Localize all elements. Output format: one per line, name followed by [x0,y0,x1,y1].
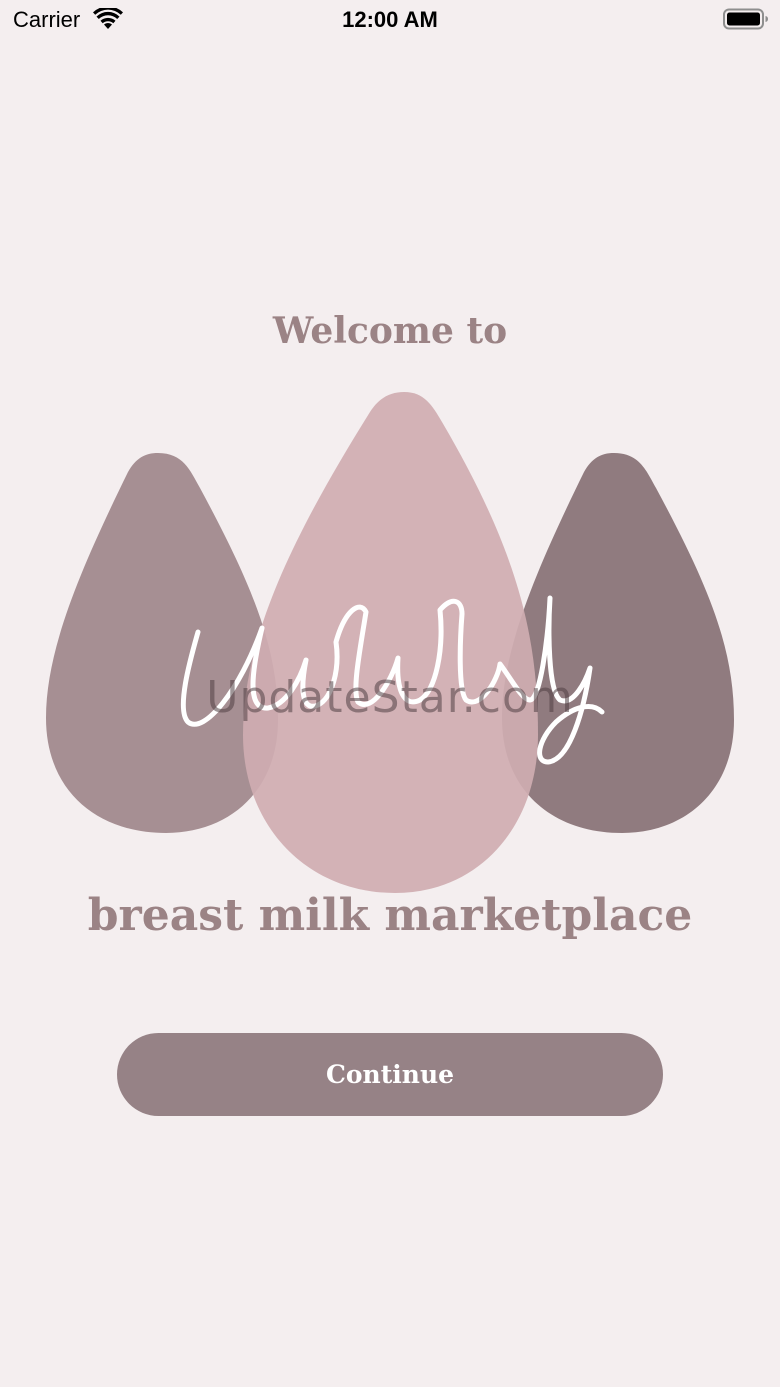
drop-right [502,453,734,833]
status-bar: Carrier 12:00 AM [0,0,780,40]
drop-center [243,392,538,893]
status-time: 12:00 AM [342,7,438,32]
welcome-title: Welcome to [272,310,508,352]
watermark-text: UpdateStar.com [206,672,574,723]
tagline: breast milk marketplace [87,890,693,941]
continue-button[interactable]: Continue [117,1033,663,1116]
drop-left [46,453,278,833]
battery-icon [723,8,768,30]
udderly-logo [46,392,734,893]
